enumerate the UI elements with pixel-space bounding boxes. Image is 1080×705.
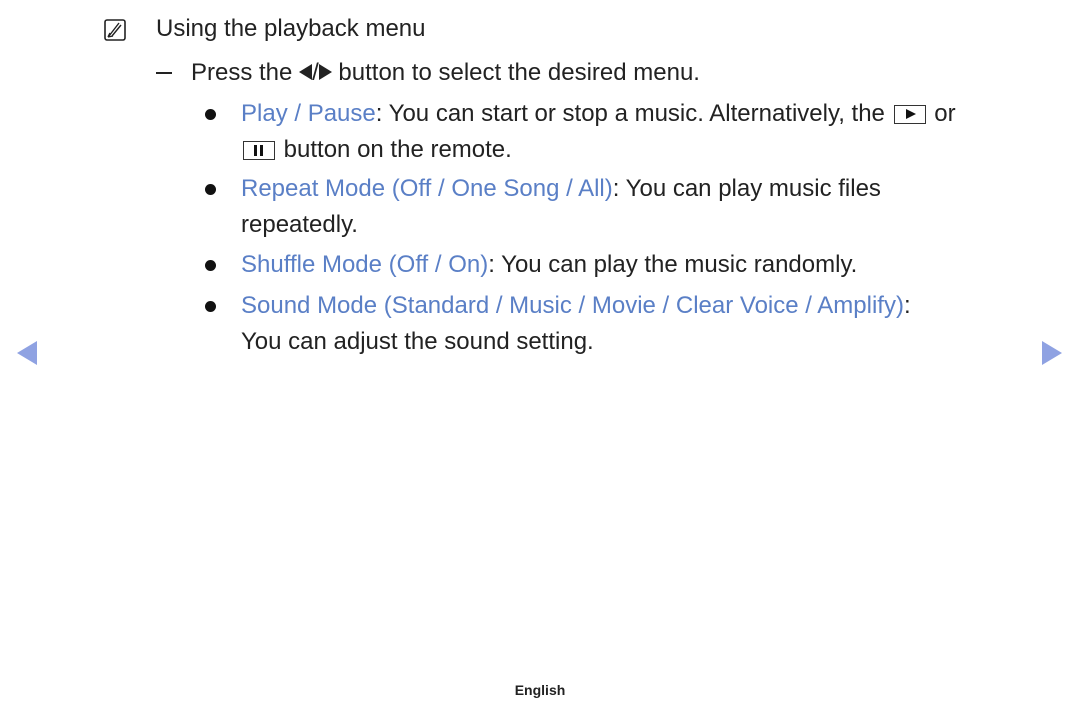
pause-key-icon <box>243 141 275 160</box>
instruction-separator: / <box>312 59 319 86</box>
item-text: : You can start or stop a music. Alterna… <box>375 100 885 127</box>
item-text: : You can play music files <box>612 175 881 202</box>
note-icon <box>104 19 126 41</box>
item-text-cont: repeatedly. <box>241 211 358 238</box>
item-text-cont: You can adjust the sound setting. <box>241 328 594 355</box>
bullet-icon <box>205 109 216 120</box>
right-arrow-icon <box>318 64 332 80</box>
note-title: Using the playback menu <box>156 15 426 42</box>
play-key-icon <box>893 105 926 124</box>
item-text-or: or <box>934 100 956 127</box>
list-item-sound-mode: Sound Mode (Standard / Music / Movie / C… <box>241 292 911 320</box>
list-item-shuffle-mode: Shuffle Mode (Off / On): You can play th… <box>241 251 857 279</box>
list-item-play-pause: Play / Pause: You can start or stop a mu… <box>241 100 956 128</box>
next-page-arrow-icon[interactable] <box>1042 341 1062 365</box>
item-text: : <box>903 292 911 319</box>
instruction-suffix: button to select the desired menu. <box>338 59 700 86</box>
list-item-repeat-mode: Repeat Mode (Off / One Song / All): You … <box>241 175 881 203</box>
left-arrow-icon <box>299 64 313 80</box>
bullet-icon <box>205 301 216 312</box>
bullet-icon <box>205 184 216 195</box>
item-label: Play / Pause <box>241 100 376 127</box>
item-label: Repeat Mode (Off / One Song / All) <box>241 175 613 202</box>
previous-page-arrow-icon[interactable] <box>17 341 37 365</box>
instruction-line: Press the / button to select the desired… <box>191 59 700 87</box>
item-label: Sound Mode (Standard / Music / Movie / C… <box>241 292 904 319</box>
instruction-prefix: Press the <box>191 59 293 86</box>
list-item-play-pause-cont: button on the remote. <box>241 136 512 164</box>
item-label: Shuffle Mode (Off / On) <box>241 251 489 278</box>
dash-marker <box>156 72 172 74</box>
item-text: : You can play the music randomly. <box>488 251 858 278</box>
item-text: button on the remote. <box>283 136 512 163</box>
bullet-icon <box>205 260 216 271</box>
footer-language: English <box>514 682 566 698</box>
